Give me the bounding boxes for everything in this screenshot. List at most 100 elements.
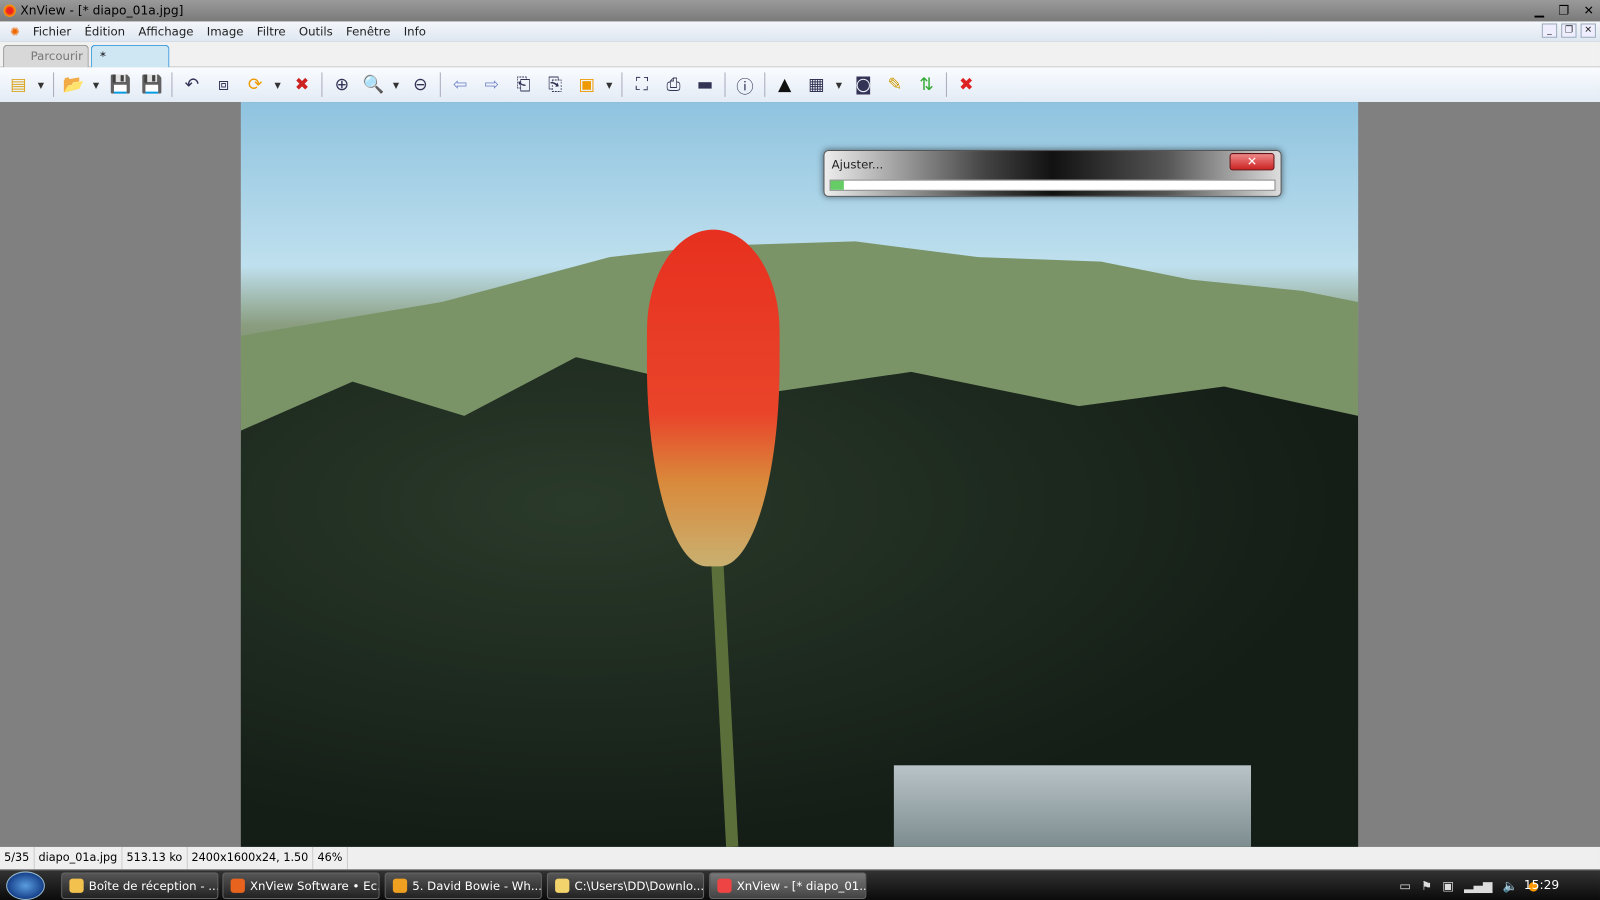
taskbar-label: C:\Users\DD\Downlo... [574, 878, 705, 893]
menu-affichage[interactable]: Affichage [138, 24, 193, 38]
divider [439, 72, 441, 97]
divider [53, 72, 55, 97]
status-filename: diapo_01a.jpg [34, 846, 123, 870]
menu-edition[interactable]: Édition [85, 24, 126, 38]
toolbar: ▤ ▼ 📂 ▼ 💾 💾 ↶ ⧈ ⟳ ▼ ✖ ⊕ 🔍 ▼ ⊖ ⇦ ⇨ ⎗ ⎘ ▣ ▼ ⛶ ⎙… [0, 67, 1600, 103]
zoom-1to1-icon[interactable]: 🔍 [361, 72, 385, 96]
undo-icon[interactable]: ↶ [180, 72, 204, 96]
histogram-icon[interactable]: ▲ [772, 72, 796, 96]
zoom-out-icon[interactable]: ⊖ [408, 72, 432, 96]
red-eye-icon[interactable]: ✖ [290, 72, 314, 96]
minimize-button[interactable]: ▁ [1535, 0, 1544, 21]
device-icon[interactable]: ▣ [1442, 879, 1454, 893]
divider [171, 72, 173, 97]
adjust-progress-dialog: Ajuster... ✕ [823, 149, 1282, 197]
dropdown-arrow-icon[interactable]: ▼ [606, 80, 614, 89]
dropdown-arrow-icon[interactable]: ▼ [393, 80, 401, 89]
progress-bar [829, 179, 1276, 191]
divider [321, 72, 323, 97]
menu-filtre[interactable]: Filtre [257, 24, 286, 38]
mdi-restore-button[interactable]: ❐ [1561, 23, 1577, 38]
music-player-icon [392, 878, 408, 893]
save-as-icon[interactable]: 💾 [140, 72, 164, 96]
close-image-icon[interactable]: ✖ [954, 72, 978, 96]
last-page-icon[interactable]: ⎘ [543, 72, 567, 96]
title-bar: XnView - [* diapo_01a.jpg] ▁ ❐ ✕ [0, 0, 1600, 22]
status-dimensions: 2400x1600x24, 1.50 [187, 846, 314, 870]
taskbar-item-music[interactable]: 5. David Bowie - Wh... [384, 872, 542, 899]
tab-label: Parcourir [30, 48, 83, 64]
status-zoom: 46% [313, 846, 348, 870]
divider [621, 72, 623, 97]
taskbar-item-explorer[interactable]: C:\Users\DD\Downlo... [546, 872, 705, 899]
xnview-app-icon [3, 4, 17, 18]
taskbar-item-mail[interactable]: Boîte de réception - ... [61, 872, 219, 899]
dropdown-arrow-icon[interactable]: ▼ [274, 80, 282, 89]
photo-red-hot-poker-flower [240, 102, 1359, 847]
menu-outils[interactable]: Outils [299, 24, 333, 38]
dropdown-arrow-icon[interactable]: ▼ [93, 80, 101, 89]
volume-icon[interactable]: 🔈 [1503, 879, 1518, 893]
taskbar-label: XnView Software • Ec... [249, 878, 380, 893]
taskbar-label: Boîte de réception - ... [88, 878, 219, 893]
menu-app-icon[interactable]: ✺ [10, 25, 19, 38]
system-tray: ▭ ⚑ ▣ ▂▄▆ 🔈 ● [1399, 879, 1538, 893]
taskbar: Boîte de réception - ... XnView Software… [0, 869, 1600, 900]
taskbar-item-firefox[interactable]: XnView Software • Ec... [222, 872, 380, 899]
filter-icon[interactable]: ◙ [851, 72, 875, 96]
zoom-in-icon[interactable]: ⊕ [330, 72, 354, 96]
xnview-icon [717, 878, 732, 893]
mail-app-icon [69, 878, 84, 893]
scan-icon[interactable]: ▬ [693, 72, 717, 96]
divider [724, 72, 726, 97]
firefox-icon [230, 878, 245, 893]
progress-fill [830, 180, 844, 190]
divider [945, 72, 947, 97]
status-bar: 5/35 diapo_01a.jpg 513.13 ko 2400x1600x2… [0, 846, 1600, 870]
menu-fichier[interactable]: Fichier [33, 24, 71, 38]
fullscreen-icon[interactable]: ⛶ [630, 72, 654, 96]
folder-icon [555, 878, 570, 893]
divider [764, 72, 766, 97]
tab-parcourir[interactable]: Parcourir [3, 44, 89, 68]
mdi-minimize-button[interactable]: _ [1541, 23, 1558, 38]
maximize-button[interactable]: ❐ [1558, 0, 1569, 21]
taskbar-label: XnView - [* diapo_01... [736, 878, 867, 893]
first-page-icon[interactable]: ⎗ [511, 72, 535, 96]
color-adjust-icon[interactable]: ▦ [804, 72, 828, 96]
clock[interactable]: 15:29 [1524, 878, 1559, 892]
edit-pencil-icon[interactable]: ✎ [883, 72, 907, 96]
taskbar-label: 5. David Bowie - Wh... [412, 878, 542, 893]
mdi-close-button[interactable]: ✕ [1580, 23, 1596, 38]
menu-info[interactable]: Info [404, 24, 426, 38]
dialog-close-button[interactable]: ✕ [1229, 153, 1275, 171]
image-viewer[interactable] [0, 102, 1600, 847]
properties-icon[interactable]: ⓘ [733, 72, 757, 97]
menu-image[interactable]: Image [207, 24, 244, 38]
save-icon[interactable]: 💾 [108, 72, 132, 96]
rotate-image-icon[interactable]: ⟳ [243, 72, 267, 96]
close-button[interactable]: ✕ [1584, 0, 1594, 21]
dropdown-arrow-icon[interactable]: ▼ [836, 80, 844, 89]
convert-icon[interactable]: ⇅ [914, 72, 938, 96]
window-title: XnView - [* diapo_01a.jpg] [20, 3, 184, 18]
tab-image[interactable]: * diapo_01... [90, 44, 170, 85]
status-filesize: 513.13 ko [122, 846, 188, 870]
taskbar-item-xnview[interactable]: XnView - [* diapo_01... [709, 872, 867, 899]
next-icon[interactable]: ⇨ [480, 72, 504, 96]
flag-icon[interactable]: ⚑ [1421, 879, 1432, 893]
folder-tree-icon[interactable]: ▤ [6, 72, 30, 96]
menu-fenetre[interactable]: Fenêtre [346, 24, 390, 38]
status-index: 5/35 [0, 846, 35, 870]
print-icon[interactable]: ⎙ [661, 72, 685, 96]
keyboard-icon[interactable]: ▭ [1399, 879, 1411, 893]
network-signal-icon[interactable]: ▂▄▆ [1464, 879, 1492, 893]
start-button[interactable] [6, 871, 45, 900]
slideshow-icon[interactable]: ▣ [574, 72, 598, 96]
open-folder-icon[interactable]: 📂 [61, 72, 85, 96]
tab-bar: Parcourir * diapo_01... [0, 41, 1600, 85]
menu-bar: ✺ Fichier Édition Affichage Image Filtre… [0, 21, 1600, 42]
crop-icon[interactable]: ⧈ [211, 72, 235, 96]
previous-icon[interactable]: ⇦ [448, 72, 472, 96]
dropdown-arrow-icon[interactable]: ▼ [38, 80, 46, 89]
